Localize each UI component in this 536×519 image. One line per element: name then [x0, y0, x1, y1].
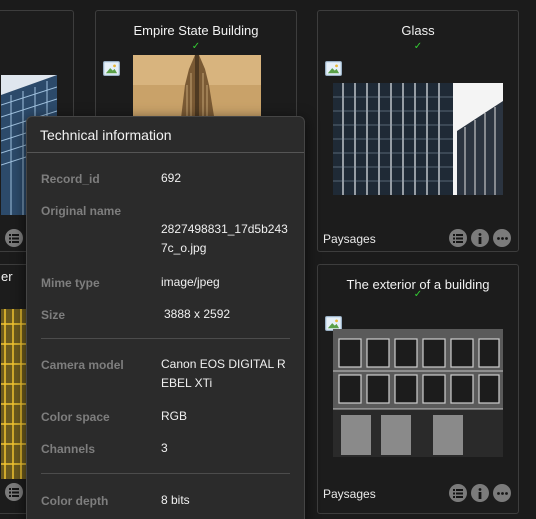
info-button[interactable]: [471, 229, 489, 247]
record-title: er: [1, 269, 13, 284]
more-icon: [496, 236, 508, 240]
record-id-value: 692: [161, 171, 182, 185]
mime-type-value: image/jpeg: [161, 275, 220, 289]
record-thumbnail[interactable]: [333, 83, 503, 195]
more-icon: [496, 491, 508, 495]
record-id-label: Record_id: [41, 172, 100, 186]
image-type-icon: [325, 61, 342, 76]
list-icon: [9, 233, 19, 243]
color-space-value: RGB: [161, 409, 188, 423]
list-button[interactable]: [5, 483, 23, 501]
collection-label: Paysages: [323, 232, 376, 246]
list-button[interactable]: [449, 484, 467, 502]
color-depth-value: 8 bits: [161, 493, 190, 507]
record-card-glass[interactable]: Glass ✓ Paysages: [317, 10, 519, 252]
divider: [41, 338, 290, 339]
technical-info-popover: Technical information Record_id 692 Orig…: [26, 116, 305, 519]
list-icon: [9, 487, 19, 497]
original-name-value: 2827498831_17d5b2437c_o.jpg: [161, 222, 288, 255]
record-card-building-exterior[interactable]: The exterior of a building ✓ Paysages: [317, 264, 519, 514]
check-icon: ✓: [413, 41, 423, 52]
channels-label: Channels: [41, 442, 96, 456]
mime-type-label: Mime type: [41, 276, 100, 290]
info-button[interactable]: [471, 484, 489, 502]
info-icon: [477, 487, 483, 499]
record-thumbnail[interactable]: [333, 329, 503, 457]
list-button[interactable]: [449, 229, 467, 247]
list-icon: [453, 488, 463, 498]
list-button[interactable]: [5, 229, 23, 247]
size-label: Size: [41, 308, 66, 322]
info-icon: [477, 232, 483, 244]
camera-model-value: Canon EOS DIGITAL REBEL XTi: [161, 357, 286, 390]
check-icon: ✓: [413, 289, 423, 300]
color-space-label: Color space: [41, 410, 110, 424]
image-type-icon: [103, 61, 120, 76]
more-button[interactable]: [493, 484, 511, 502]
collection-label: Paysages: [323, 487, 376, 501]
more-button[interactable]: [493, 229, 511, 247]
color-depth-label: Color depth: [41, 494, 109, 508]
original-name-label: Original name: [41, 204, 122, 218]
size-value: 3888 x 2592: [164, 307, 231, 321]
camera-model-label: Camera model: [41, 358, 124, 372]
popover-title: Technical information: [27, 117, 304, 153]
record-title: Empire State Building: [133, 23, 259, 38]
channels-value: 3: [161, 441, 168, 455]
divider: [41, 473, 290, 474]
check-icon: ✓: [191, 41, 201, 52]
list-icon: [453, 233, 463, 243]
record-title: Glass: [401, 23, 435, 38]
